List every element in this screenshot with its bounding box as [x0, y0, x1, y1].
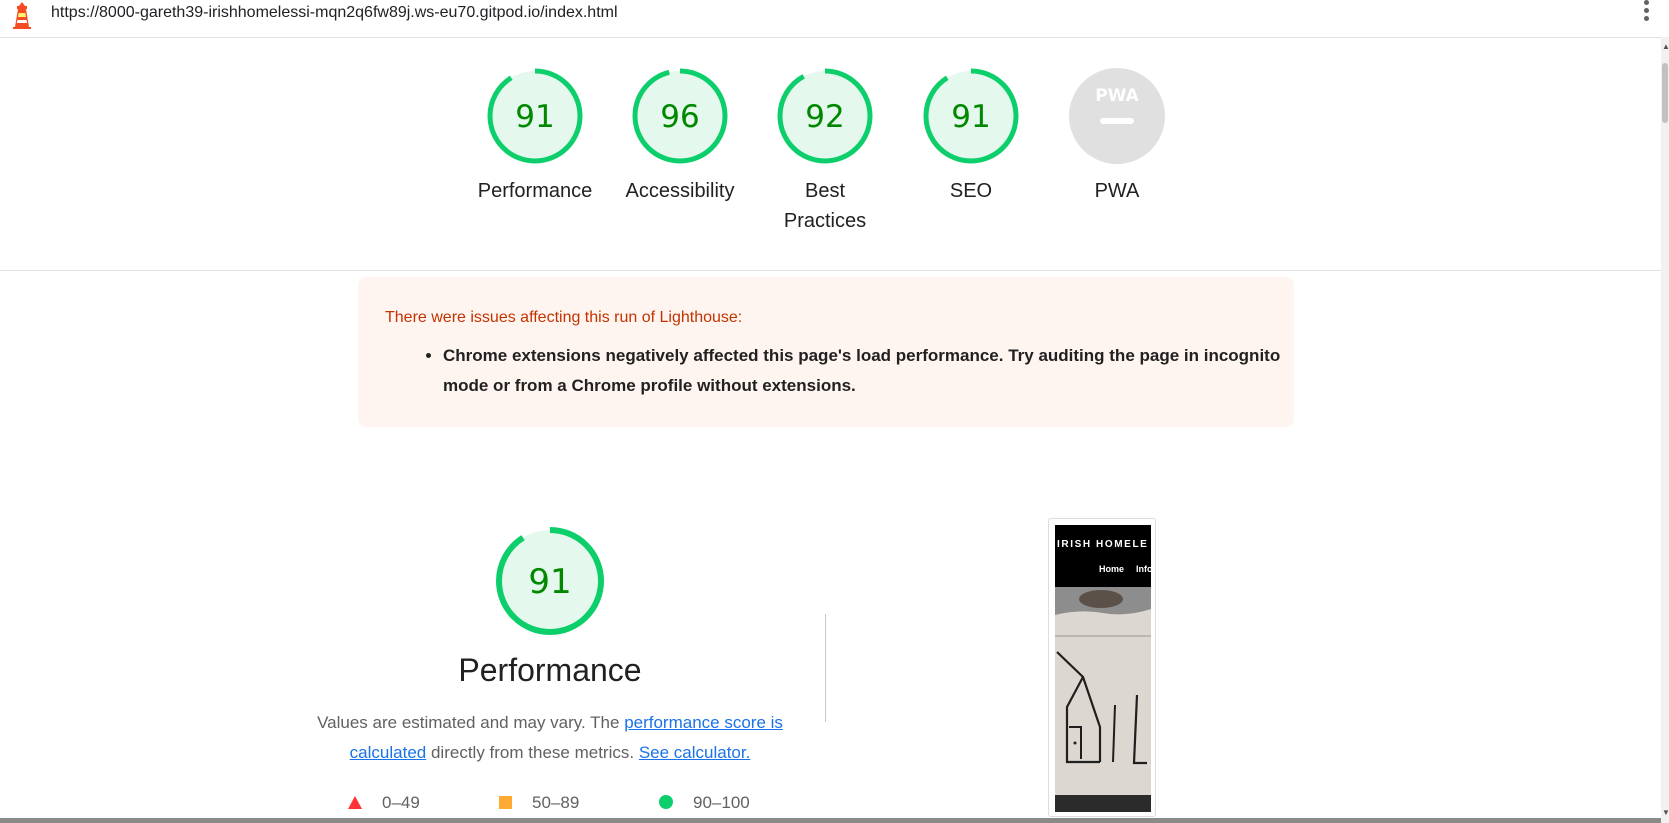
- gauge-accessibility[interactable]: 96 Accessibility: [615, 66, 745, 206]
- gauge-performance[interactable]: 91 Performance: [470, 66, 600, 206]
- gauge-ring: 91: [487, 68, 583, 164]
- gauge-ring: 96: [632, 68, 728, 164]
- desc-prefix: Values are estimated and may vary. The: [317, 713, 620, 732]
- site-nav-home: Home: [1099, 564, 1125, 574]
- screenshot-image: IRISH HOMELE Home Info: [1055, 525, 1151, 812]
- red-triangle-icon: [348, 796, 362, 809]
- run-warnings: There were issues affecting this run of …: [358, 277, 1294, 427]
- gauge-best-practices[interactable]: 92 Best Practices: [760, 66, 890, 236]
- desc-middle: directly from these metrics.: [430, 743, 635, 762]
- green-circle-icon: [659, 795, 673, 809]
- gauge-label: Accessibility: [625, 180, 735, 202]
- performance-title: Performance: [458, 652, 642, 688]
- gauge-score: 96: [660, 99, 699, 135]
- scroll-down-icon[interactable]: ▼: [1662, 808, 1669, 817]
- taskbar-edge: [0, 818, 1661, 823]
- legend-range: 50–89: [532, 793, 580, 812]
- gauge-label-line2: Practices: [783, 210, 867, 232]
- section-divider: [825, 614, 826, 722]
- gauge-score: 92: [805, 99, 844, 135]
- warning-list: Chrome extensions negatively affected th…: [385, 341, 1323, 401]
- lighthouse-icon: [13, 2, 31, 29]
- score-gauges: 91 Performance 96 Accessibility 92 Best …: [0, 66, 1669, 266]
- gauge-label-line1: Best: [804, 180, 846, 202]
- site-header: IRISH HOMELE Home Info: [1055, 525, 1151, 587]
- see-calculator-link[interactable]: See calculator.: [639, 743, 751, 762]
- gauge-score: 91: [951, 99, 990, 135]
- legend-pass: 90–100: [659, 793, 750, 813]
- legend-range: 90–100: [693, 793, 750, 812]
- warning-item: Chrome extensions negatively affected th…: [443, 341, 1323, 401]
- gauge-label: Best Practices: [760, 176, 890, 236]
- legend-fail: 0–49: [348, 793, 420, 813]
- gauge-label: SEO: [949, 180, 993, 202]
- url-text[interactable]: https://8000-gareth39-irishhomelessi-mqn…: [51, 4, 618, 22]
- legend-average: 50–89: [499, 793, 579, 813]
- address-bar: https://8000-gareth39-irishhomelessi-mqn…: [0, 0, 1669, 38]
- gauge-label: Performance: [477, 180, 593, 202]
- gauge-seo[interactable]: 91 SEO: [906, 66, 1036, 206]
- warning-title: There were issues affecting this run of …: [385, 309, 743, 326]
- scroll-up-icon[interactable]: ▲: [1662, 42, 1669, 51]
- performance-gauge: 91: [496, 527, 604, 635]
- legend-range: 0–49: [382, 793, 420, 812]
- gauge-pwa[interactable]: PWA PWA: [1052, 66, 1182, 206]
- gauge-score: 91: [515, 99, 554, 135]
- performance-score: 91: [528, 562, 571, 602]
- site-brand: IRISH HOMELE: [1057, 539, 1149, 550]
- gauge-ring: 92: [777, 68, 873, 164]
- performance-description: Values are estimated and may vary. The p…: [300, 708, 800, 768]
- final-screenshot[interactable]: IRISH HOMELE Home Info: [1048, 518, 1156, 817]
- gauge-ring: 91: [923, 68, 1019, 164]
- pwa-badge-icon: PWA: [1069, 68, 1165, 164]
- pwa-badge-text: PWA: [1095, 86, 1139, 106]
- site-nav-info: Info: [1136, 564, 1151, 574]
- gauge-label: PWA: [1094, 180, 1140, 202]
- scrollbar-thumb[interactable]: [1662, 63, 1668, 123]
- hero-photo: [1055, 587, 1151, 812]
- header-divider: [0, 270, 1661, 271]
- kebab-menu-icon[interactable]: [1644, 0, 1652, 28]
- page-scrollbar[interactable]: [1661, 37, 1669, 823]
- orange-square-icon: [499, 796, 512, 809]
